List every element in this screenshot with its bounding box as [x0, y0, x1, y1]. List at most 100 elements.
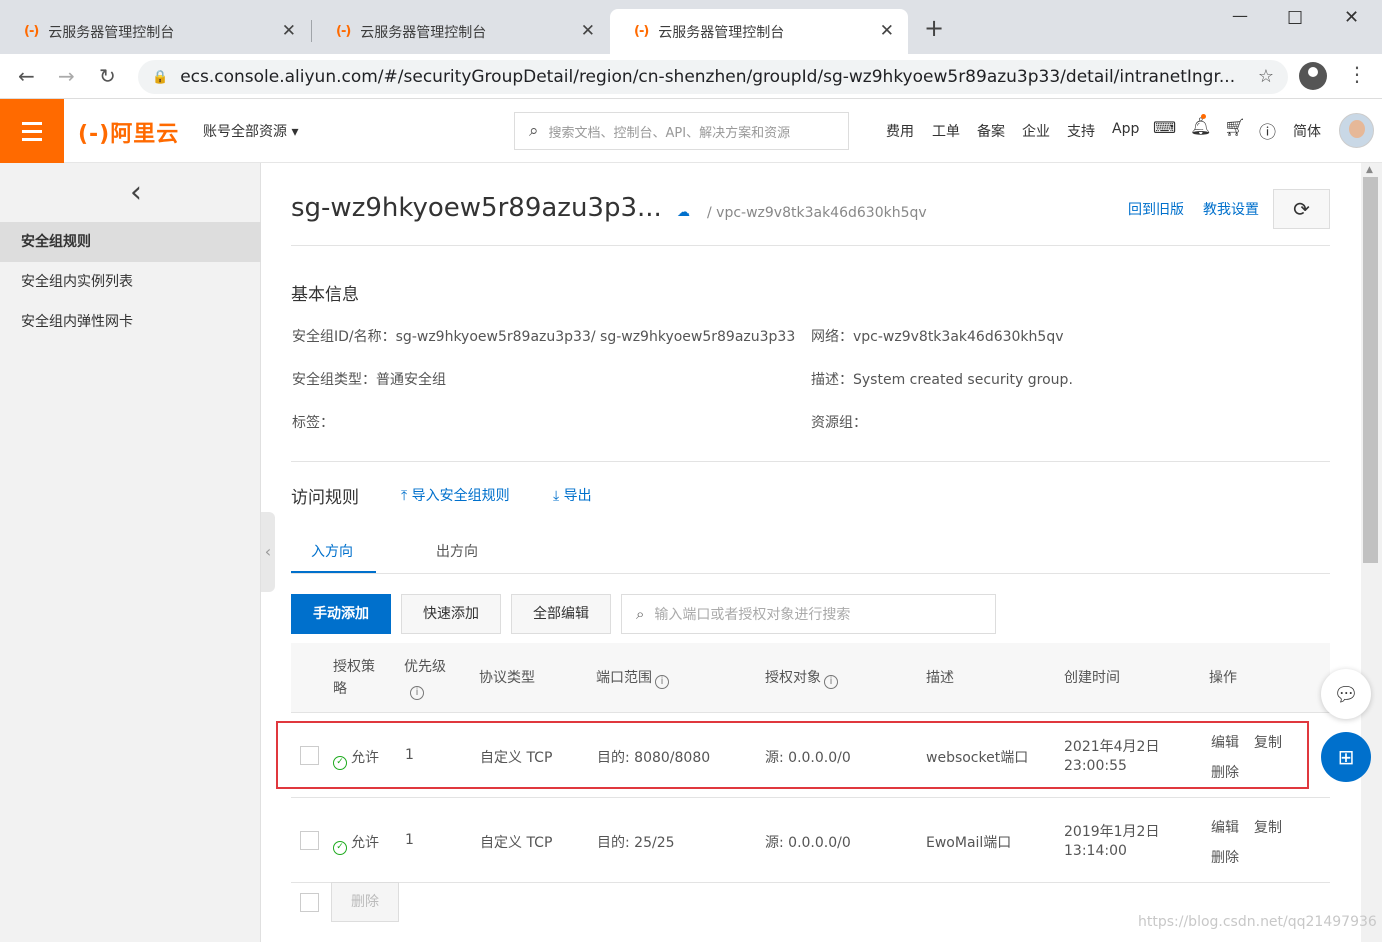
- copy-link[interactable]: 复制: [1254, 817, 1282, 837]
- basic-info-heading: 基本信息: [291, 285, 359, 305]
- new-tab-plus-icon[interactable]: +: [924, 14, 944, 42]
- label: 网络：: [811, 329, 853, 345]
- delete-link[interactable]: 删除: [1211, 847, 1239, 867]
- nav-icp[interactable]: 备案: [977, 121, 1005, 141]
- notification-dot: [1201, 114, 1206, 119]
- reload-icon[interactable]: ↻: [99, 64, 116, 88]
- col-policy: 授权策略: [333, 659, 375, 697]
- back-arrow-icon[interactable]: ←: [18, 64, 35, 88]
- terminal-icon[interactable]: ⌨: [1153, 118, 1176, 137]
- scrollbar[interactable]: ▲: [1361, 163, 1382, 942]
- col-desc: 描述: [926, 670, 954, 686]
- tag-field: 标签：: [292, 412, 334, 432]
- cloud-icon: ☁: [677, 205, 690, 220]
- global-search-input[interactable]: ⌕ 搜索文档、控制台、API、解决方案和资源: [514, 112, 849, 150]
- sidebar-item-rules[interactable]: 安全组规则: [0, 222, 261, 262]
- window-close-icon[interactable]: ✕: [1344, 7, 1359, 28]
- url-field[interactable]: 🔒 ecs.console.aliyun.com/#/securityGroup…: [138, 60, 1288, 94]
- tab-title: 云服务器管理控制台: [658, 24, 785, 41]
- vpc-breadcrumb: / vpc-wz9v8tk3ak46d630kh5qv: [707, 205, 927, 221]
- forward-arrow-icon[interactable]: →: [58, 64, 75, 88]
- tab-inbound[interactable]: 入方向: [311, 541, 353, 561]
- sidebar-item-eni[interactable]: 安全组内弹性网卡: [0, 302, 261, 342]
- date-cell: 2019年1月2日: [1064, 824, 1160, 840]
- aliyun-logo-icon: (-): [24, 24, 39, 39]
- scrollbar-thumb[interactable]: [1363, 177, 1378, 563]
- protocol-cell: 自定义 TCP: [480, 835, 553, 851]
- aliyun-logo-icon: (-): [634, 24, 649, 39]
- search-icon: ⌕: [529, 121, 539, 141]
- nav-language[interactable]: 简体: [1293, 121, 1321, 141]
- bookmark-star-icon[interactable]: ☆: [1258, 66, 1274, 87]
- row-checkbox[interactable]: [300, 831, 319, 850]
- nav-app[interactable]: App: [1112, 121, 1139, 137]
- edit-link[interactable]: 编辑: [1211, 817, 1239, 837]
- value: 普通安全组: [376, 372, 446, 388]
- close-icon[interactable]: ✕: [581, 21, 595, 41]
- divider: [291, 461, 1330, 462]
- browser-tab[interactable]: (-) 云服务器管理控制台 ✕: [0, 9, 310, 54]
- close-icon[interactable]: ✕: [282, 21, 296, 41]
- export-link[interactable]: ⤓ 导出: [553, 485, 592, 505]
- divider: [291, 245, 1330, 246]
- bell-icon[interactable]: 🔔︎: [1190, 117, 1212, 137]
- chevron-left-icon[interactable]: ‹: [130, 175, 142, 210]
- policy-cell: ✓ 允许: [333, 832, 379, 855]
- search-placeholder: 搜索文档、控制台、API、解决方案和资源: [548, 125, 791, 141]
- batch-delete-button[interactable]: 删除: [331, 882, 399, 922]
- info-icon[interactable]: i: [824, 675, 838, 689]
- scroll-up-icon[interactable]: ▲: [1366, 165, 1373, 175]
- manual-add-button[interactable]: 手动添加: [291, 594, 391, 634]
- network-field: 网络：vpc-wz9v8tk3ak46d630kh5qv: [811, 326, 1064, 346]
- select-all-checkbox[interactable]: [300, 893, 319, 912]
- cart-icon[interactable]: 🛒︎: [1224, 118, 1246, 138]
- check-circle-icon: ✓: [333, 841, 347, 855]
- nav-support[interactable]: 支持: [1067, 121, 1095, 141]
- feedback-chat-button[interactable]: 💬︎: [1321, 669, 1371, 719]
- info-icon[interactable]: i: [410, 686, 424, 700]
- nav-billing[interactable]: 费用: [886, 121, 914, 141]
- description-field: 描述：System created security group.: [811, 369, 1073, 389]
- browser-tab-active[interactable]: (-) 云服务器管理控制台 ✕: [610, 9, 908, 54]
- active-tab-indicator: [291, 571, 376, 573]
- resource-group-field: 资源组：: [811, 412, 867, 432]
- nav-enterprise[interactable]: 企业: [1022, 121, 1050, 141]
- browser-tab-bar: (-) 云服务器管理控制台 ✕ (-) 云服务器管理控制台 ✕ (-) 云服务器…: [0, 0, 1382, 54]
- sidebar-item-instances[interactable]: 安全组内实例列表: [0, 262, 261, 302]
- quick-apps-button[interactable]: ⊞: [1321, 732, 1371, 782]
- refresh-button[interactable]: ⟳: [1273, 189, 1330, 229]
- help-setup-link[interactable]: 教我设置: [1203, 199, 1259, 219]
- table-header: 授权策略 优先级 i 协议类型 端口范围 i 授权对象 i 描述 创建时间 操作: [291, 643, 1330, 713]
- old-version-link[interactable]: 回到旧版: [1128, 199, 1184, 219]
- col-priority: 优先级 i: [404, 659, 446, 700]
- aliyun-brand-logo[interactable]: (-)阿里云: [78, 116, 179, 148]
- menu-kebab-icon[interactable]: ⋮: [1347, 62, 1367, 86]
- tab-outbound[interactable]: 出方向: [436, 541, 478, 561]
- nav-ticket[interactable]: 工单: [932, 121, 960, 141]
- info-icon[interactable]: i: [655, 675, 669, 689]
- search-icon: ⌕: [636, 605, 645, 623]
- col-created: 创建时间: [1064, 670, 1120, 686]
- maximize-icon[interactable]: ☐: [1287, 8, 1303, 29]
- edit-all-button[interactable]: 全部编辑: [511, 594, 611, 634]
- upload-icon: ⤒: [401, 488, 412, 504]
- close-icon[interactable]: ✕: [880, 21, 894, 41]
- value: System created security group.: [853, 372, 1073, 388]
- help-icon[interactable]: ⓘ: [1259, 118, 1276, 143]
- rule-search-input[interactable]: ⌕ 输入端口或者授权对象进行搜索: [621, 594, 996, 634]
- account-resources-dropdown[interactable]: 账号全部资源 ▾: [203, 121, 298, 141]
- priority-cell: 1: [405, 832, 414, 848]
- time-cell: 13:14:00: [1064, 843, 1127, 859]
- profile-icon[interactable]: [1299, 62, 1327, 90]
- user-avatar[interactable]: [1339, 113, 1374, 148]
- browser-tab[interactable]: (-) 云服务器管理控制台 ✕: [312, 9, 609, 54]
- import-rules-link[interactable]: ⤒ 导入安全组规则: [401, 485, 510, 505]
- label: 描述：: [811, 372, 853, 388]
- table-row: ✓ 允许 1 自定义 TCP 目的: 25/25 源: 0.0.0.0/0 Ewo…: [291, 798, 1330, 883]
- col-ops: 操作: [1209, 670, 1237, 686]
- hamburger-menu-icon[interactable]: [0, 99, 64, 163]
- lock-icon: 🔒: [152, 69, 169, 85]
- tab-title: 云服务器管理控制台: [360, 24, 487, 41]
- quick-add-button[interactable]: 快速添加: [401, 594, 501, 634]
- minimize-icon[interactable]: —: [1232, 6, 1248, 25]
